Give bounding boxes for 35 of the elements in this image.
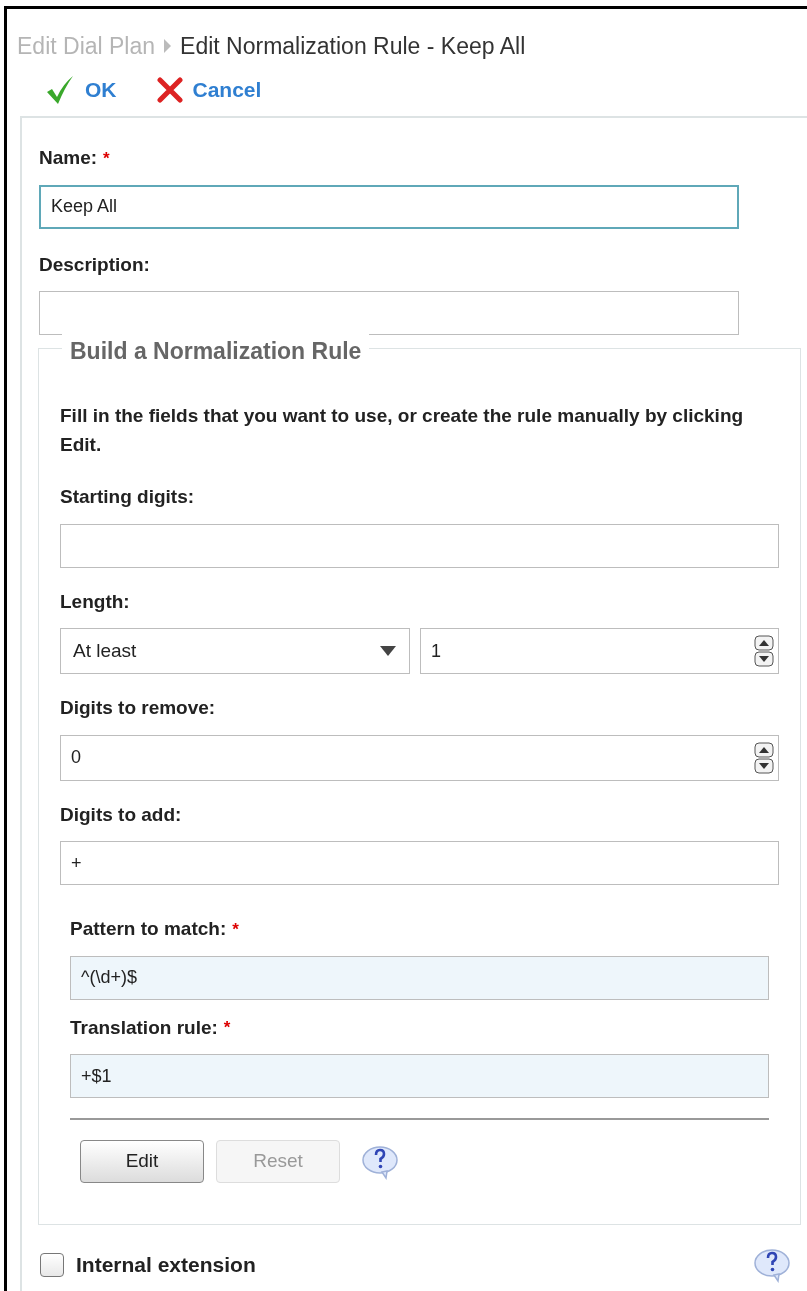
instructions-text: Fill in the fields that you want to use, or create the rule manually by clicking Edit.: [60, 404, 745, 457]
spinner-arrows-icon[interactable]: [754, 635, 774, 667]
field-label: Digits to remove:: [60, 696, 216, 720]
field-label: Description:: [39, 252, 150, 277]
field-label: Length:: [60, 589, 130, 614]
required-asterisk: *: [223, 1017, 231, 1039]
required-asterisk: *: [103, 147, 110, 170]
text-field[interactable]: [39, 291, 739, 335]
checkmark-icon: [45, 75, 75, 105]
dropdown-caret-icon: [379, 645, 397, 657]
ok-button[interactable]: OK: [45, 74, 117, 106]
checkbox[interactable]: [40, 1253, 64, 1277]
field-label: Starting digits:: [60, 485, 195, 509]
text-field[interactable]: ^(\d+)$: [70, 955, 769, 1000]
edit-button[interactable]: Edit: [80, 1140, 204, 1183]
field-label: Name:: [39, 146, 98, 170]
cancel-button[interactable]: Cancel: [156, 74, 262, 106]
field-label: Translation rule:: [70, 1015, 218, 1040]
number-field[interactable]: 1: [420, 628, 779, 674]
page-title: Edit Normalization Rule - Keep All: [180, 31, 526, 61]
text-field[interactable]: +: [60, 841, 779, 885]
spinner-arrows-icon[interactable]: [754, 741, 774, 774]
field-label: Pattern to match:: [70, 917, 227, 941]
close-icon: [156, 77, 183, 103]
field-label: Digits to add:: [60, 802, 182, 827]
text-field[interactable]: +$1: [70, 1054, 769, 1098]
text-field[interactable]: Keep All: [39, 184, 739, 229]
required-asterisk: *: [232, 918, 239, 941]
help-icon[interactable]: [360, 1143, 400, 1180]
help-icon[interactable]: [752, 1247, 792, 1283]
breadcrumb-chevron-icon: [163, 38, 173, 54]
number-field[interactable]: 0: [60, 734, 779, 781]
length-dropdown[interactable]: At least: [60, 628, 410, 674]
text-field[interactable]: [60, 523, 779, 568]
checkbox-label: Internal extension: [76, 1252, 256, 1279]
